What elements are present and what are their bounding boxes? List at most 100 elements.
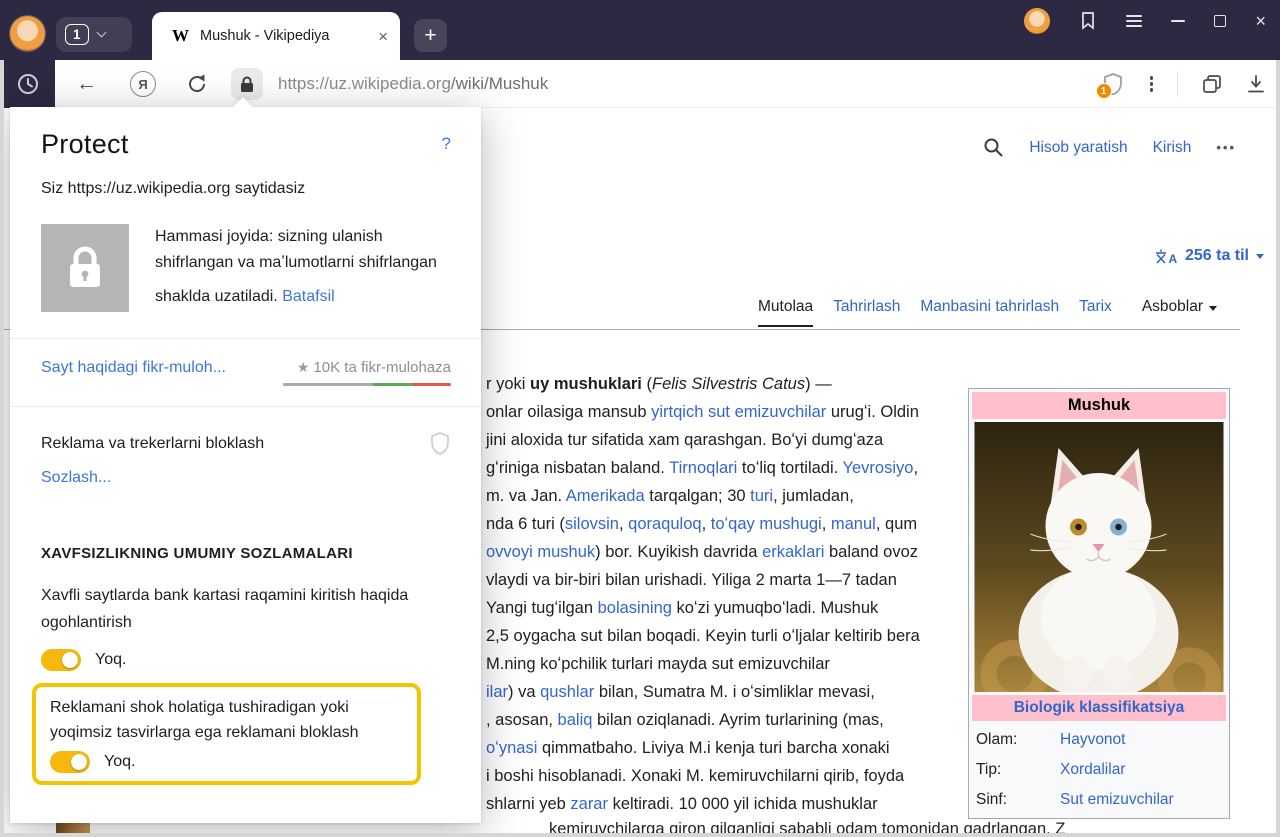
toggle-state-label: Yoq.	[104, 753, 135, 771]
article-link[interactable]: toʻqay mushugi	[711, 515, 822, 533]
language-selector-button[interactable]: A 256 ta til	[1154, 247, 1264, 265]
article-link[interactable]: Amerikada	[566, 487, 645, 505]
help-link[interactable]: ?	[442, 134, 451, 154]
article-text-segment: , jumladan,	[773, 487, 854, 505]
infobox-row: Olam:Hayvonot	[972, 725, 1226, 755]
article-link[interactable]: baliq	[558, 711, 593, 729]
article-link[interactable]: oʻynasi	[486, 739, 537, 757]
site-feedback-link[interactable]: Sayt haqidagi fikr-muloh...	[41, 359, 226, 377]
article-line: vlaydi va bir-biri bilan urishadi. Yilig…	[486, 566, 920, 594]
article-text-segment: M.ning koʻpchilik turlari mayda sut emiz…	[486, 655, 830, 673]
article-link[interactable]: sut emizuvchilar	[708, 403, 826, 421]
article-text-segment: jini aloxida tur sifatida xam qarashgan.…	[486, 431, 883, 449]
article-link[interactable]: turi	[750, 487, 773, 505]
language-count-label: 256 ta til	[1185, 247, 1249, 265]
article-link[interactable]: qoraquloq	[628, 515, 701, 533]
close-tab-icon[interactable]: ×	[378, 28, 388, 45]
url-field[interactable]: https://uz.wikipedia.org/wiki/Mushuk	[278, 60, 548, 108]
browser-tab[interactable]: W Mushuk - Vikipediya ×	[152, 12, 400, 60]
url-host: https://uz.wikipedia.org	[278, 74, 451, 94]
more-options-icon[interactable]: •••	[1216, 140, 1236, 155]
yandex-search-button[interactable]: Я	[130, 71, 156, 97]
shock-ads-toggle[interactable]	[50, 751, 90, 773]
view-tab[interactable]: Tahrirlash	[833, 298, 900, 325]
tab-group-button[interactable]: 1	[56, 17, 132, 52]
feedback-count-text: 10K ta fikr-mulohaza	[313, 359, 451, 376]
new-tab-button[interactable]: +	[414, 19, 447, 52]
tab-title: Mushuk - Vikipediya	[200, 28, 367, 44]
view-tab[interactable]: Manbasini tahrirlash	[920, 298, 1059, 325]
downloads-icon[interactable]	[1246, 74, 1266, 94]
infobox-value-link[interactable]: Xordalilar	[1060, 761, 1125, 779]
login-link[interactable]: Kirish	[1153, 139, 1192, 157]
tab-count-badge[interactable]: 1	[65, 24, 89, 45]
bookmark-panel-icon[interactable]	[1079, 11, 1097, 31]
view-tab[interactable]: Asboblar	[1142, 298, 1217, 325]
collections-icon[interactable]	[1202, 74, 1222, 94]
cat-photo[interactable]	[972, 422, 1226, 692]
refresh-button[interactable]	[186, 73, 208, 95]
article-line: i boshi hisoblanadi. Xonaki M. kemiruvch…	[486, 762, 920, 790]
chevron-down-icon	[1209, 306, 1217, 311]
article-link[interactable]: ilar	[486, 683, 508, 701]
article-text-segment: gʻriniga nisbatan baland.	[486, 459, 669, 477]
article-link[interactable]: bolasining	[598, 599, 672, 617]
site-status-text: Siz https://uz.wikipedia.org saytidasiz	[41, 180, 451, 198]
article-line: 2,5 oygacha sut bilan boqadi. Keyin turl…	[486, 622, 920, 650]
article-link[interactable]: qushlar	[540, 683, 594, 701]
blocked-count-badge: 1	[1096, 83, 1112, 99]
article-link[interactable]: zarar	[570, 795, 608, 813]
profile-avatar[interactable]	[10, 16, 45, 51]
toolbar-divider	[1177, 71, 1178, 97]
adblock-title: Reklama va trekerlarni bloklash	[41, 435, 264, 453]
menu-icon[interactable]	[1126, 12, 1142, 30]
article-line: nda 6 turi (silovsin, qoraquloq, toʻqay …	[486, 510, 920, 538]
article-link[interactable]: silovsin	[565, 515, 619, 533]
article-link[interactable]: ovvoyi mushuk	[486, 543, 595, 561]
history-sidebar-button[interactable]	[0, 60, 55, 108]
article-line: shlarni yeb zarar keltiradi. 10 000 yil …	[486, 790, 920, 818]
article-line: m. va Jan. Amerikada tarqalgan; 30 turi,…	[486, 482, 920, 510]
article-text-segment: onlar oilasiga mansub	[486, 403, 651, 421]
search-icon[interactable]	[983, 137, 1004, 158]
article-line: M.ning koʻpchilik turlari mayda sut emiz…	[486, 650, 920, 678]
article-link[interactable]: Yevrosiyo	[843, 459, 914, 477]
clock-icon	[16, 72, 40, 96]
shock-ads-text: Reklamani shok holatiga tushiradigan yok…	[50, 695, 403, 745]
taxobox-classification-header[interactable]: Biologik klassifikatsiya	[972, 695, 1226, 721]
article-text-segment: uy mushuklari	[530, 375, 642, 393]
create-account-link[interactable]: Hisob yaratish	[1029, 139, 1127, 157]
article-text-segment: vlaydi va bir-biri bilan urishadi. Yilig…	[486, 571, 897, 589]
titlebar: 1 W Mushuk - Vikipediya × + ×	[0, 0, 1280, 60]
article-text-segment: Yangi tugʻilgan	[486, 599, 598, 617]
article-link[interactable]: manul	[831, 515, 876, 533]
article-text-segment: ) —	[805, 375, 832, 393]
adblock-settings-link[interactable]: Sozlash...	[41, 469, 111, 487]
maximize-button[interactable]	[1214, 15, 1226, 27]
minimize-button[interactable]	[1171, 20, 1185, 22]
popup-title: Protect	[41, 129, 129, 160]
article-link[interactable]: yirtqich	[651, 403, 703, 421]
infobox-value-link[interactable]: Sut emizuvchilar	[1060, 791, 1174, 809]
account-avatar[interactable]	[1024, 8, 1050, 34]
protect-popup: Protect ? Siz https://uz.wikipedia.org s…	[10, 107, 481, 823]
article-text-segment: Felis Silvestris Catus	[652, 375, 805, 393]
close-window-button[interactable]: ×	[1255, 12, 1266, 30]
article-text-segment: ,	[913, 459, 918, 477]
details-link[interactable]: Batafsil	[282, 284, 334, 310]
site-security-lock-button[interactable]	[231, 68, 263, 100]
bank-warning-text: Xavfli saytlarda bank kartasi raqamini k…	[41, 582, 441, 636]
kebab-menu-icon[interactable]	[1150, 74, 1154, 95]
back-button[interactable]: ←	[76, 60, 97, 108]
infobox-value-link[interactable]: Hayvonot	[1060, 731, 1125, 749]
view-tab[interactable]: Tarix	[1079, 298, 1112, 325]
protect-shield-button[interactable]: 1	[1102, 72, 1126, 96]
view-tabs: Mutolaa Tahrirlash Manbasini tahrirlash Tar…	[758, 298, 1217, 327]
article-link[interactable]: erkaklari	[762, 543, 824, 561]
article-line: ilar) va qushlar bilan, Sumatra M. i oʻs…	[486, 678, 920, 706]
article-text-segment: keltiradi. 10 000 yil ichida mushuklar	[608, 795, 878, 813]
article-link[interactable]: Tirnoqlari	[669, 459, 737, 477]
chevron-down-icon[interactable]	[96, 28, 106, 38]
view-tab[interactable]: Mutolaa	[758, 298, 813, 327]
bank-warning-toggle[interactable]	[41, 649, 81, 671]
